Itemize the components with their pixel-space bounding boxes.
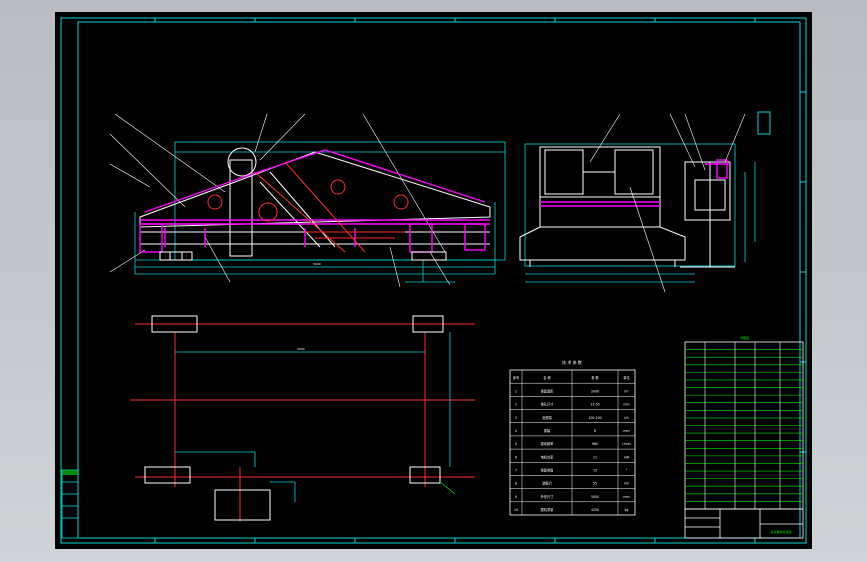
spec-cell: mm xyxy=(623,403,629,407)
spec-cell: 6 xyxy=(515,455,517,459)
title-block-name: 某某振动筛总图 xyxy=(770,529,791,534)
spec-cell: kg xyxy=(625,508,629,512)
spec-table: 技 术 参 数 序号 名 称 参 数 单位 1 筛面面积 2000 m² 2 筛孔尺寸 13-50 m… xyxy=(509,359,636,516)
spec-cell: 筛面面积 xyxy=(541,388,555,393)
spec-cell: m² xyxy=(624,389,629,393)
spec-cell: t/h xyxy=(624,416,628,420)
spec-cell: 外形尺寸 xyxy=(541,494,555,499)
zone-ticks xyxy=(154,18,806,543)
spec-cell: 筛面倾角 xyxy=(541,468,554,473)
spec-cell: kW xyxy=(624,455,630,459)
spec-cell: mm xyxy=(623,495,629,499)
spec-cell: 处理量 xyxy=(542,415,552,420)
parts-list-title: 明细表 xyxy=(740,335,749,340)
inner-border xyxy=(77,21,801,539)
spec-cell: r/min xyxy=(622,442,630,446)
spec-cell: 15 xyxy=(593,469,597,473)
spec-cell: 振动频率 xyxy=(541,441,555,446)
spec-cell: 10 xyxy=(514,508,518,512)
spec-cell: 5000 xyxy=(591,495,599,499)
spec-table-title: 技 术 参 数 xyxy=(562,359,582,365)
spec-cell: 4 xyxy=(515,429,517,433)
spec-cell: 100-200 xyxy=(588,416,601,420)
drawing-sheet[interactable]: 5000 4000 技 术 参 数 序号 名 称 参 数 单位 1 筛面面积 2… xyxy=(55,12,812,549)
parts-list: 明细表 xyxy=(684,335,804,510)
spec-cell: 13-50 xyxy=(590,403,599,407)
spec-cell: 2 xyxy=(515,403,517,407)
spec-cell: 整机重量 xyxy=(541,507,555,512)
left-stamp xyxy=(61,469,79,539)
spec-cell: 960 xyxy=(592,442,598,446)
spec-header: 参 数 xyxy=(591,375,599,380)
spec-cell: 11 xyxy=(593,455,597,459)
outer-border xyxy=(60,17,807,544)
side-view xyxy=(519,113,756,293)
plan-dimension-label: 4000 xyxy=(297,347,305,351)
side-note-box xyxy=(757,111,771,135)
spec-cell: 筛孔尺寸 xyxy=(541,402,555,407)
front-dimension-label: 5000 xyxy=(313,262,321,266)
spec-cell: 8 xyxy=(594,429,596,433)
spec-cell: 7 xyxy=(515,469,517,473)
cad-viewport: 5000 4000 技 术 参 数 序号 名 称 参 数 单位 1 筛面面积 2… xyxy=(0,0,867,562)
front-view: 5000 xyxy=(109,113,506,288)
spec-header: 单位 xyxy=(623,375,630,380)
spec-cell: 振幅 xyxy=(544,428,551,433)
left-stamp-fill xyxy=(62,470,78,475)
spec-header: 名 称 xyxy=(543,375,551,380)
spec-cell: 激振力 xyxy=(542,481,552,486)
spec-cell: kN xyxy=(624,482,629,486)
spec-cell: ° xyxy=(626,469,628,473)
spec-cell: 9 xyxy=(515,495,517,499)
spec-cell: 4250 xyxy=(591,508,599,512)
spec-cell: 3 xyxy=(515,416,517,420)
spec-cell: 2000 xyxy=(591,389,599,393)
spec-cell: 电机功率 xyxy=(541,454,555,459)
spec-cell: 5 xyxy=(515,442,517,446)
spec-cell: 8 xyxy=(515,482,517,486)
plan-view: 4000 xyxy=(130,315,475,522)
spec-cell: 1 xyxy=(515,389,517,393)
drawing-canvas: 5000 4000 技 术 参 数 序号 名 称 参 数 单位1 筛面面积 20… xyxy=(60,17,807,544)
spec-cell: mm xyxy=(623,429,629,433)
spec-cell: 55 xyxy=(593,482,597,486)
spec-header: 序号 xyxy=(513,375,519,380)
